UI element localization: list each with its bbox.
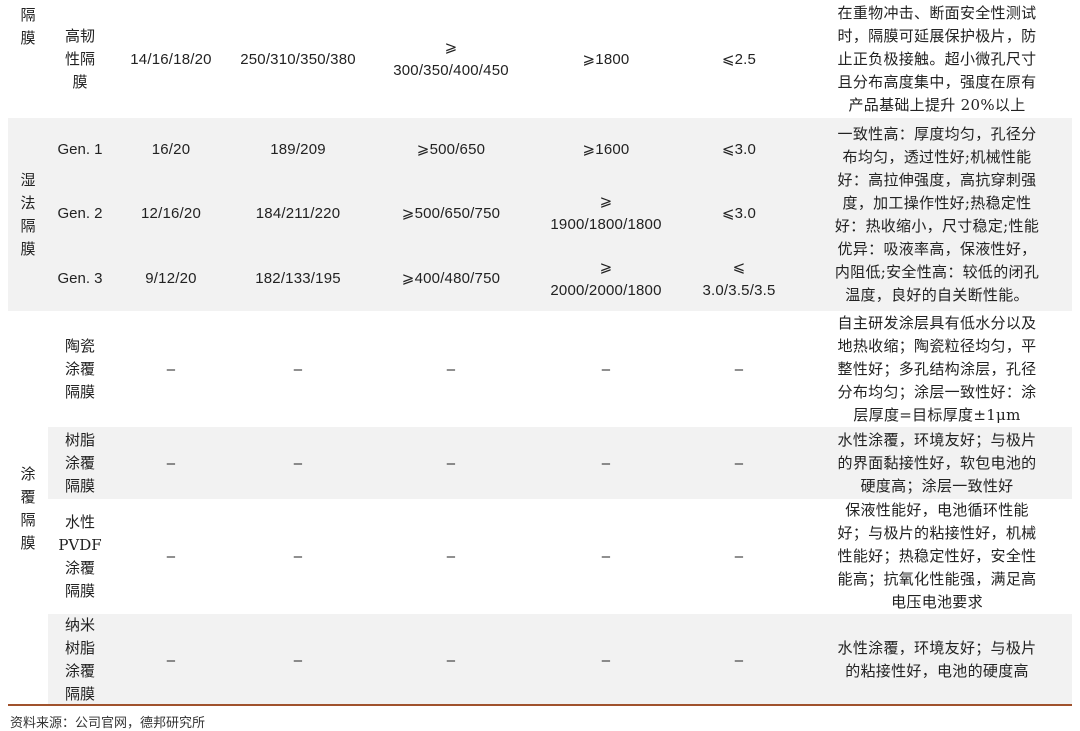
group-label-wet: 湿 法 隔 膜 [8, 118, 48, 311]
cell-thickness: – [112, 614, 230, 706]
cell-description: 水性涂覆，环境友好；与极片 的粘接性好，电池的硬度高 [802, 614, 1072, 706]
cell-col2: – [230, 427, 366, 499]
cell-col2: – [293, 548, 303, 565]
cell-col5: ⩽ 3.0/3.5/3.5 [676, 246, 802, 311]
cell-thickness: – [112, 427, 230, 499]
cell-col2: 189/209 [230, 118, 366, 180]
cell-thickness: – [166, 360, 176, 378]
cell-col3: – [366, 427, 536, 499]
cell-col3: ⩾500/650/750 [366, 180, 536, 246]
cell-col3: ⩾ 300/350/400/450 [393, 39, 509, 79]
cell-col5: – [734, 360, 744, 378]
cell-col3: ⩾500/650 [366, 118, 536, 180]
row-name: 高韧 性隔 膜 [64, 26, 95, 91]
cell-thickness: 16/20 [112, 118, 230, 180]
cell-col4: – [536, 614, 676, 706]
row-name: 水性 PVDF 涂覆 隔膜 [58, 512, 102, 600]
row-name: Gen. 1 [48, 118, 112, 180]
cell-col5: – [676, 614, 802, 706]
cell-col2: 184/211/220 [230, 180, 366, 246]
table-bottom-rule [8, 704, 1072, 706]
row-name: 陶瓷 涂覆 隔膜 [64, 336, 95, 401]
cell-description: 水性涂覆，环境友好；与极片 的界面黏接性好，软包电池的 硬度高；涂层一致性好 [802, 427, 1072, 499]
cell-col5: – [676, 427, 802, 499]
separator-spec-table: 隔 膜 高韧 性隔 膜 14/16/18/20 250/310/350/380 … [8, 0, 1072, 706]
cell-thickness: – [166, 548, 176, 565]
row-name: Gen. 2 [48, 180, 112, 246]
cell-col2: 182/133/195 [230, 246, 366, 311]
source-note: 资料来源：公司官网，德邦研究所 [10, 716, 206, 731]
table-row: 湿 法 隔 膜 Gen. 1 16/20 189/209 ⩾500/650 ⩾1… [8, 118, 1072, 311]
table-row: 水性 PVDF 涂覆 隔膜 – – – – – 保液性能好，电池循环性能 好；与… [8, 499, 1072, 614]
cell-col4: ⩾ 1900/1800/1800 [536, 180, 676, 246]
cell-col5: ⩽3.0 [676, 180, 802, 246]
table-row: 隔 膜 高韧 性隔 膜 14/16/18/20 250/310/350/380 … [8, 0, 1072, 118]
cell-col3: – [446, 360, 456, 378]
cell-col4: ⩾1600 [536, 118, 676, 180]
cell-description: 一致性高：厚度均匀，孔径分 布均匀，透过性好;机械性能 好：高拉伸强度，高抗穿刺… [802, 118, 1072, 311]
cell-col4: – [601, 548, 611, 565]
cell-thickness: 12/16/20 [112, 180, 230, 246]
table-row: 树脂 涂覆 隔膜 – – – – – 水性涂覆，环境友好；与极片 的界面黏接性好… [8, 427, 1072, 499]
cell-description: 保液性能好，电池循环性能 好；与极片的粘接性好，机械 性能好；热稳定性好，安全性… [837, 501, 1037, 611]
row-name: Gen. 3 [48, 246, 112, 311]
cell-col5: ⩽2.5 [721, 50, 757, 68]
cell-col2: 250/310/350/380 [240, 50, 356, 68]
table-row: 涂 覆 隔 膜 陶瓷 涂覆 隔膜 – – – – – 自主研发涂层具有低水分以及… [8, 311, 1072, 552]
cell-col5: – [734, 548, 744, 565]
cell-col3: ⩾400/480/750 [366, 246, 536, 311]
cell-col4: – [601, 360, 611, 378]
cell-col2: – [293, 360, 303, 378]
cell-col4: ⩾1800 [582, 50, 630, 68]
cell-description: 在重物冲击、断面安全性测试 时，隔膜可延展保护极片，防 止正负极接触。超小微孔尺… [837, 3, 1037, 114]
table-row: 纳米 树脂 涂覆 隔膜 – – – – – 水性涂覆，环境友好；与极片 的粘接性… [8, 614, 1072, 706]
group-label-coat: 涂 覆 隔 膜 [20, 464, 36, 552]
row-name: 纳米 树脂 涂覆 隔膜 [48, 614, 112, 706]
cell-col4: ⩾ 2000/2000/1800 [536, 246, 676, 311]
cell-col3: – [366, 614, 536, 706]
cell-col2: – [230, 614, 366, 706]
cell-col4: – [536, 427, 676, 499]
group-label-dry: 隔 膜 [20, 6, 36, 47]
cell-col3: – [446, 548, 456, 565]
cell-description: 自主研发涂层具有低水分以及 地热收缩；陶瓷粒径均匀，平 整性好；多孔结构涂层，孔… [837, 313, 1037, 424]
cell-col5: ⩽3.0 [676, 118, 802, 180]
cell-thickness: 14/16/18/20 [130, 50, 212, 68]
row-name: 树脂 涂覆 隔膜 [48, 427, 112, 499]
cell-thickness: 9/12/20 [112, 246, 230, 311]
